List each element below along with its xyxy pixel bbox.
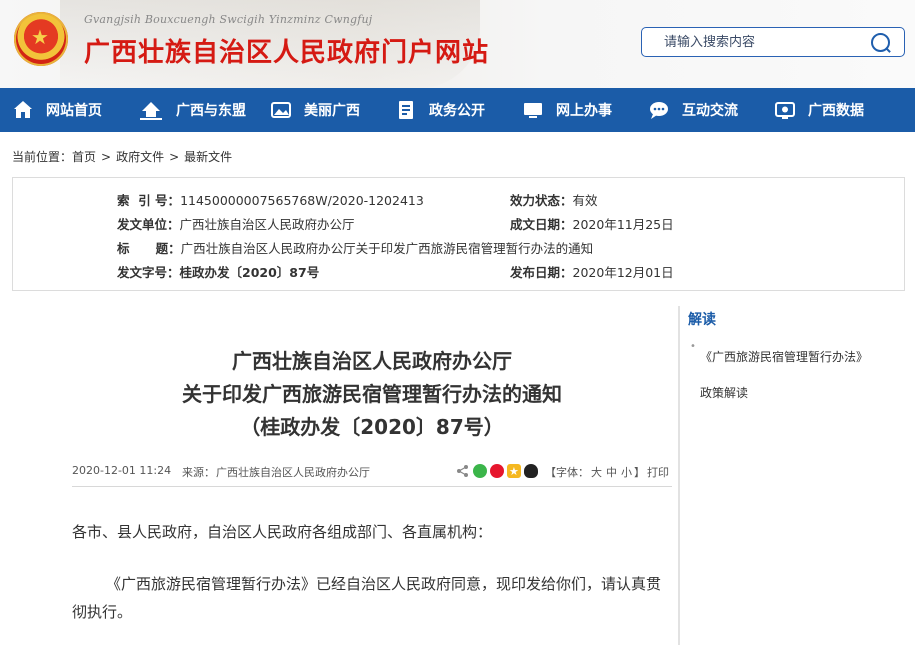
monitor-icon (522, 99, 544, 121)
building-icon (138, 99, 164, 121)
info-title: 标 题：广西壮族自治区人民政府办公厅关于印发广西旅游民宿管理暂行办法的通知 (117, 238, 593, 257)
nav-item-data[interactable]: 广西数据 (774, 88, 864, 132)
info-issuer-value: 广西壮族自治区人民政府办公厅 (179, 217, 355, 232)
info-issuer-label: 发文单位： (117, 217, 180, 232)
qq-icon[interactable] (524, 464, 538, 478)
nav-label: 网站首页 (46, 103, 102, 119)
info-created-label: 成文日期： (510, 217, 573, 232)
wechat-icon[interactable] (473, 464, 487, 478)
font-size-label-close: 】 (634, 466, 645, 479)
nav-label: 广西与东盟 (176, 103, 246, 119)
share-icon[interactable] (456, 464, 470, 478)
nav-label: 广西数据 (808, 103, 864, 119)
info-published-label: 发布日期： (510, 265, 573, 280)
info-status-label: 效力状态： (510, 193, 573, 208)
article-date: 2020-12-01 11:24 (72, 464, 172, 477)
national-emblem-icon[interactable] (14, 12, 68, 66)
article-title-line-1: 广西壮族自治区人民政府办公厅 (232, 349, 512, 373)
site-header: Gvangjsih Bouxcuengh Swcigih Yinzminz Cw… (0, 0, 915, 88)
nav-label: 网上办事 (556, 103, 612, 119)
info-index-value: 11450000007565768W/2020-1202413 (180, 193, 424, 208)
main-nav: 网站首页 广西与东盟 美丽广西 政务公开 网上办事 互动交流 广西数据 (0, 88, 915, 132)
breadcrumb-prefix: 当前位置： (12, 150, 73, 164)
nav-label: 互动交流 (682, 103, 738, 119)
document-info-box: 索 引 号：11450000007565768W/2020-1202413 效力… (12, 177, 905, 291)
info-published: 发布日期：2020年12月01日 (510, 262, 674, 281)
search-box (641, 27, 905, 57)
site-pinyin-title: Gvangjsih Bouxcuengh Swcigih Yinzminz Cw… (84, 13, 373, 26)
font-size-control: 【字体：大中小】 (545, 464, 645, 480)
info-published-value: 2020年12月01日 (572, 265, 674, 280)
qzone-icon[interactable]: ★ (507, 464, 521, 478)
document-icon (395, 99, 417, 121)
sidebar-link-policy-interpretation[interactable]: 《广西旅游民宿管理暂行办法》政策解读 (700, 339, 870, 411)
sidebar-bullet: • (690, 341, 696, 352)
info-issuer: 发文单位：广西壮族自治区人民政府办公厅 (117, 214, 355, 233)
article-title-line-2: 关于印发广西旅游民宿管理暂行办法的通知 (182, 382, 562, 406)
home-icon (12, 99, 34, 121)
search-icon[interactable] (871, 33, 890, 52)
info-status-value: 有效 (572, 193, 598, 208)
chat-icon (648, 99, 670, 121)
screen-icon (774, 99, 796, 121)
breadcrumb-latest-docs[interactable]: 最新文件 (184, 150, 232, 164)
font-size-medium[interactable]: 中 (606, 466, 617, 479)
breadcrumb-separator: > (101, 150, 112, 164)
breadcrumb-gov-docs[interactable]: 政府文件 (116, 150, 164, 164)
nav-item-asean[interactable]: 广西与东盟 (138, 88, 246, 132)
info-index: 索 引 号：11450000007565768W/2020-1202413 (117, 190, 424, 209)
info-docno-label: 发文字号： (117, 265, 180, 280)
nav-item-gov-affairs[interactable]: 政务公开 (395, 88, 485, 132)
info-index-label: 索 引 号： (117, 193, 181, 208)
article-paragraph-2: 《广西旅游民宿管理暂行办法》已经自治区人民政府同意，现印发给你们，请认真贯彻执行… (72, 575, 662, 621)
nav-item-interaction[interactable]: 互动交流 (648, 88, 738, 132)
search-input[interactable] (664, 32, 864, 52)
breadcrumb-home[interactable]: 首页 (72, 150, 96, 164)
article-meta: 2020-12-01 11:24 来源： 广西壮族自治区人民政府办公厅 ★ 【字… (72, 462, 672, 484)
info-created: 成文日期：2020年11月25日 (510, 214, 674, 233)
nav-label: 美丽广西 (304, 103, 360, 119)
print-link[interactable]: 打印 (647, 464, 669, 480)
breadcrumb-separator: > (169, 150, 180, 164)
nav-label: 政务公开 (429, 103, 485, 119)
article-title-line-3: （桂政办发〔2020〕87号） (240, 415, 504, 439)
article-paragraph-1: 各市、县人民政府，自治区人民政府各组成部门、各直属机构： (72, 523, 493, 541)
font-size-large[interactable]: 大 (591, 466, 602, 479)
meta-divider (72, 486, 672, 487)
info-title-label: 标 题： (117, 241, 181, 256)
nav-item-beautiful-guangxi[interactable]: 美丽广西 (270, 88, 360, 132)
svg-text:★: ★ (509, 465, 519, 478)
info-docno-value: 桂政办发〔2020〕87号 (179, 265, 320, 280)
sidebar-title: 解读 (688, 312, 716, 328)
landscape-icon (270, 99, 292, 121)
font-size-label-open: 【字体： (545, 466, 589, 479)
weibo-icon[interactable] (490, 464, 504, 478)
article-source-label: 来源： (182, 466, 215, 479)
site-title[interactable]: 广西壮族自治区人民政府门户网站 (84, 32, 489, 69)
nav-item-home[interactable]: 网站首页 (12, 88, 102, 132)
info-status: 效力状态：有效 (510, 190, 598, 209)
font-size-small[interactable]: 小 (621, 466, 632, 479)
article-source: 广西壮族自治区人民政府办公厅 (216, 466, 370, 479)
info-created-value: 2020年11月25日 (572, 217, 674, 232)
breadcrumb: 当前位置：首页 > 政府文件 > 最新文件 (12, 148, 232, 165)
info-title-value: 广西壮族自治区人民政府办公厅关于印发广西旅游民宿管理暂行办法的通知 (180, 241, 594, 256)
info-docno: 发文字号：桂政办发〔2020〕87号 (117, 262, 319, 281)
sidebar-divider (678, 306, 680, 645)
nav-item-online-service[interactable]: 网上办事 (522, 88, 612, 132)
